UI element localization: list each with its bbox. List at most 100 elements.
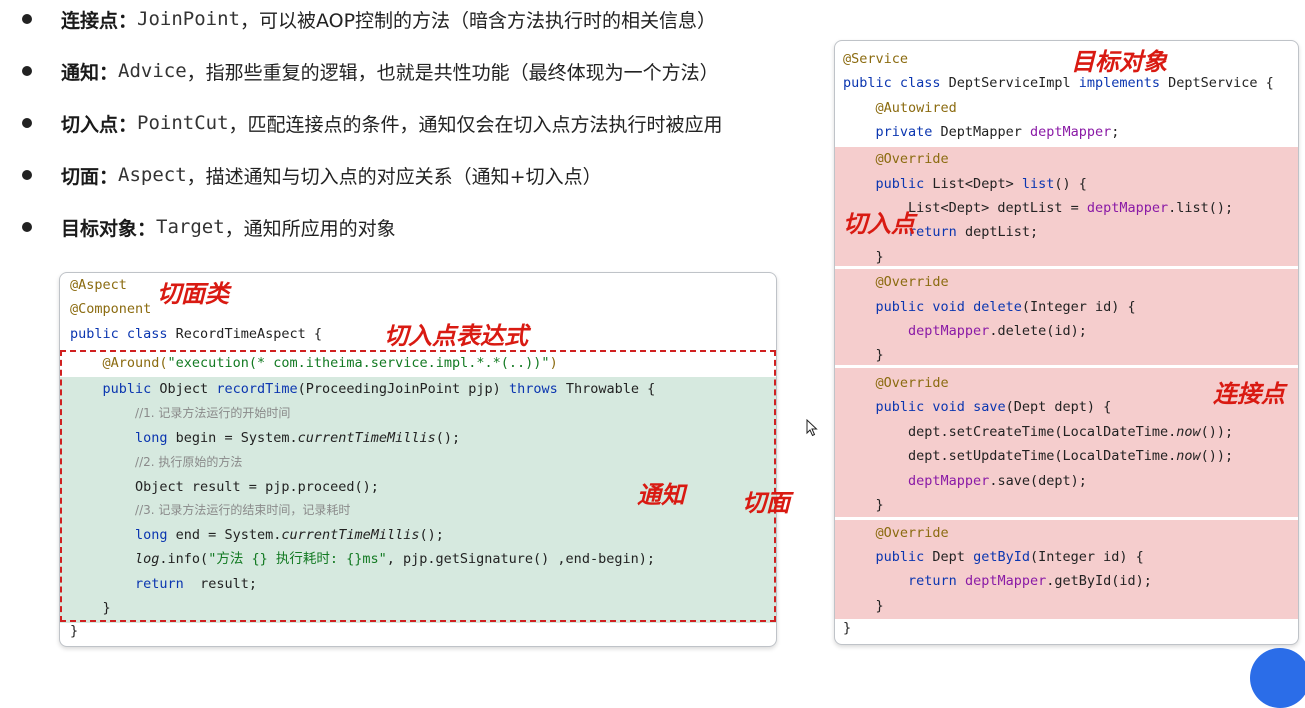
code-line: public Dept getById(Integer id) {	[835, 545, 1298, 569]
code-token: @Autowired	[875, 100, 957, 116]
code-token: Object	[159, 381, 217, 397]
floating-action-button[interactable]	[1250, 648, 1305, 708]
code-line: public class DeptServiceImpl implements …	[835, 71, 1298, 95]
code-token: return	[135, 576, 201, 592]
code-token: private	[875, 124, 941, 140]
code-token: .info(	[159, 551, 209, 567]
code-token: ();	[435, 430, 461, 446]
code-line: return result;	[60, 572, 776, 596]
code-token: ();	[419, 527, 444, 543]
code-token: log	[135, 551, 160, 567]
code-token: (Integer id) {	[1021, 299, 1136, 315]
code-token: List<Dept>	[932, 176, 1022, 192]
code-token: }	[70, 600, 111, 616]
code-token: @Around(	[102, 355, 168, 371]
concept-term: 目标对象：	[61, 217, 157, 240]
concept-bullet: 切面： Aspect ，描述通知与切入点的对应关系（通知+切入点）	[22, 160, 822, 190]
code-token: "方法 {} 执行耗时: {}ms"	[208, 551, 387, 567]
code-line: dept.setUpdateTime(LocalDateTime.now());	[835, 444, 1298, 468]
code-token: .list();	[1168, 200, 1234, 216]
code-token: .delete(id);	[989, 323, 1087, 339]
bullet-dot	[22, 118, 32, 128]
code-line: }	[835, 493, 1298, 517]
code-line: @Autowired	[835, 96, 1298, 120]
code-line: @Override	[835, 270, 1298, 294]
code-token: "execution(* com.itheima.service.impl.*.…	[167, 355, 550, 371]
bullet-dot	[22, 66, 32, 76]
code-token: save	[973, 399, 1006, 415]
code-token: DeptService {	[1168, 75, 1274, 91]
code-token: ());	[1200, 448, 1234, 464]
code-token: deptList;	[964, 224, 1039, 240]
code-token: result;	[200, 576, 257, 592]
code-token: (ProceedingJoinPoint pjp)	[297, 381, 509, 397]
code-line: return deptMapper.getById(id);	[835, 569, 1298, 593]
code-line: long begin = System.currentTimeMillis();	[60, 426, 776, 450]
code-token: dept.setCreateTime(LocalDateTime.	[843, 424, 1177, 440]
concept-english: Target	[156, 216, 225, 238]
code-token: }	[843, 497, 884, 513]
code-line: //1. 记录方法运行的开始时间	[60, 401, 776, 425]
code-token: delete	[973, 299, 1022, 315]
code-token: public void	[875, 399, 974, 415]
code-token: deptMapper	[908, 473, 990, 489]
code-token: begin = System.	[175, 430, 298, 446]
pointcut-annotation: 切入点	[843, 209, 915, 238]
concept-bullet: 目标对象： Target ，通知所应用的对象	[22, 212, 822, 242]
code-token: now	[1176, 448, 1201, 464]
code-token: public class	[70, 326, 176, 342]
code-line: @Override	[835, 147, 1298, 171]
code-token: public	[102, 381, 160, 397]
code-line: }	[60, 596, 776, 620]
pointcut-expression-annotation: 切入点表达式	[384, 321, 528, 350]
concept-description: ，通知所应用的对象	[224, 217, 396, 240]
code-token: Object result = pjp.proceed();	[70, 479, 379, 495]
code-token: dept.setUpdateTime(LocalDateTime.	[843, 448, 1177, 464]
code-token: long	[135, 430, 176, 446]
concept-description: ，匹配连接点的条件，通知仅会在切入点方法执行时被应用	[228, 113, 723, 136]
concept-description: ，描述通知与切入点的对应关系（通知+切入点）	[186, 165, 602, 188]
code-token: DeptMapper	[940, 124, 1030, 140]
concept-term: 通知：	[61, 61, 119, 84]
code-token: }	[843, 249, 884, 265]
code-token: //1. 记录方法运行的开始时间	[135, 406, 291, 420]
code-token: //3. 记录方法运行的结束时间，记录耗时	[135, 503, 351, 517]
code-token: @Component	[70, 301, 152, 317]
code-token: list	[1021, 176, 1055, 192]
concept-bullet: 切入点： PointCut ，匹配连接点的条件，通知仅会在切入点方法执行时被应用	[22, 108, 822, 138]
code-token: recordTime	[216, 381, 298, 397]
target-object-annotation: 目标对象	[1071, 47, 1167, 76]
concept-english: Aspect	[118, 164, 187, 186]
code-token: return	[908, 573, 965, 589]
concept-description: ，可以被AOP控制的方法（暗含方法执行时的相关信息）	[239, 9, 717, 32]
code-token: @Override	[875, 375, 949, 391]
code-token: deptMapper	[964, 573, 1047, 589]
code-token: getById	[973, 549, 1030, 565]
code-token: deptMapper	[908, 323, 990, 339]
concept-english: Advice	[118, 60, 187, 82]
code-token: now	[1176, 424, 1201, 440]
code-token: deptMapper	[1086, 200, 1169, 216]
concept-bullet: 连接点： JoinPoint ，可以被AOP控制的方法（暗含方法执行时的相关信息）	[22, 4, 822, 34]
code-line: }	[835, 616, 1298, 640]
code-token: ());	[1200, 424, 1234, 440]
code-token: public	[875, 176, 933, 192]
target-code-panel: @Service public class DeptServiceImpl imp…	[834, 40, 1299, 645]
code-line: @Service	[835, 47, 1298, 71]
code-line: }	[835, 245, 1298, 269]
code-token: }	[843, 620, 852, 636]
